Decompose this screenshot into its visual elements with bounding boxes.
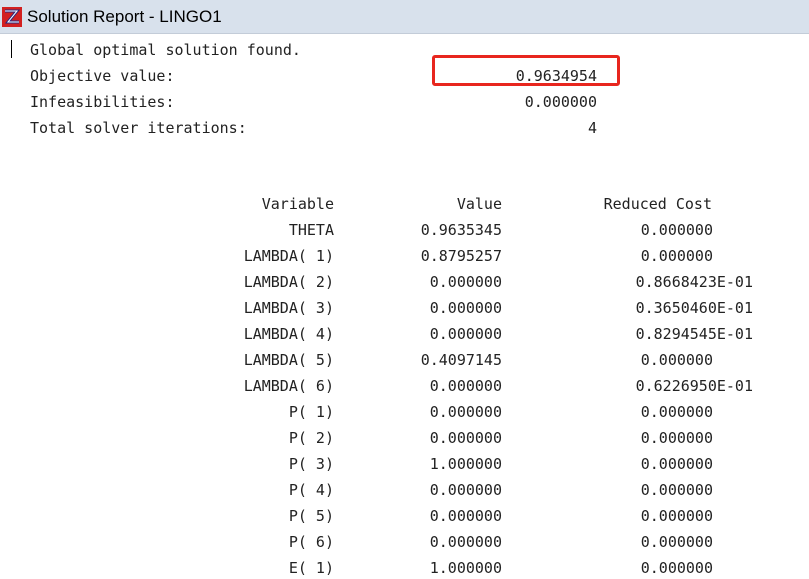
header-reduced-cost: Reduced Cost <box>603 195 712 213</box>
table-row-value: 0.000000 <box>429 403 502 421</box>
table-row-value: 0.8795257 <box>420 247 502 265</box>
table-row-value: 0.000000 <box>429 299 502 317</box>
table-row-reduced-cost: 0.000000 <box>640 533 713 551</box>
table-row-reduced-cost: 0.000000 <box>640 507 713 525</box>
table-row-value: 1.000000 <box>429 559 502 577</box>
table-row-reduced-cost: 0.3650460E-01 <box>635 299 753 317</box>
table-row-reduced-cost: 0.000000 <box>640 351 713 369</box>
table-row-value: 0.000000 <box>429 273 502 291</box>
table-row-reduced-cost: 0.000000 <box>640 481 713 499</box>
text-caret <box>11 40 12 58</box>
status-line: Global optimal solution found. <box>30 41 301 59</box>
table-row-variable: E( 1) <box>288 559 334 577</box>
table-row-value: 0.000000 <box>429 325 502 343</box>
table-row-value: 1.000000 <box>429 455 502 473</box>
table-row-reduced-cost: 0.000000 <box>640 221 713 239</box>
infeasibilities-label: Infeasibilities: <box>30 93 175 111</box>
report-content[interactable]: Global optimal solution found. Objective… <box>0 34 809 579</box>
table-row-variable: LAMBDA( 4) <box>243 325 334 343</box>
iterations-value: 4 <box>587 119 597 137</box>
table-row-reduced-cost: 0.8668423E-01 <box>635 273 753 291</box>
table-row-reduced-cost: 0.000000 <box>640 429 713 447</box>
iterations-label: Total solver iterations: <box>30 119 247 137</box>
table-row-variable: P( 4) <box>288 481 334 499</box>
table-row-variable: P( 1) <box>288 403 334 421</box>
table-row-value: 0.4097145 <box>420 351 502 369</box>
table-row-variable: P( 3) <box>288 455 334 473</box>
solution-report-window: Solution Report - LINGO1 Global optimal … <box>0 0 809 579</box>
table-row-reduced-cost: 0.000000 <box>640 403 713 421</box>
table-row-value: 0.000000 <box>429 377 502 395</box>
table-row-variable: P( 5) <box>288 507 334 525</box>
table-row-value: 0.000000 <box>429 481 502 499</box>
table-row-reduced-cost: 0.000000 <box>640 247 713 265</box>
objective-label: Objective value: <box>30 67 175 85</box>
table-row-variable: P( 2) <box>288 429 334 447</box>
table-row-variable: LAMBDA( 6) <box>243 377 334 395</box>
table-row-reduced-cost: 0.6226950E-01 <box>635 377 753 395</box>
table-row-variable: LAMBDA( 3) <box>243 299 334 317</box>
objective-highlight-box <box>432 55 620 86</box>
header-value: Value <box>456 195 502 213</box>
table-row-variable: LAMBDA( 1) <box>243 247 334 265</box>
table-row-variable: THETA <box>288 221 334 239</box>
table-row-reduced-cost: 0.000000 <box>640 455 713 473</box>
table-row-reduced-cost: 0.000000 <box>640 559 713 577</box>
infeasibilities-value: 0.000000 <box>524 93 597 111</box>
table-row-value: 0.000000 <box>429 507 502 525</box>
table-row-value: 0.9635345 <box>420 221 502 239</box>
table-row-variable: LAMBDA( 5) <box>243 351 334 369</box>
lingo-app-icon <box>2 7 22 27</box>
table-row-variable: P( 6) <box>288 533 334 551</box>
table-row-reduced-cost: 0.8294545E-01 <box>635 325 753 343</box>
window-title: Solution Report - LINGO1 <box>27 7 222 26</box>
title-bar[interactable]: Solution Report - LINGO1 <box>0 0 809 34</box>
header-variable: Variable <box>261 195 334 213</box>
table-row-value: 0.000000 <box>429 429 502 447</box>
table-row-variable: LAMBDA( 2) <box>243 273 334 291</box>
table-row-value: 0.000000 <box>429 533 502 551</box>
